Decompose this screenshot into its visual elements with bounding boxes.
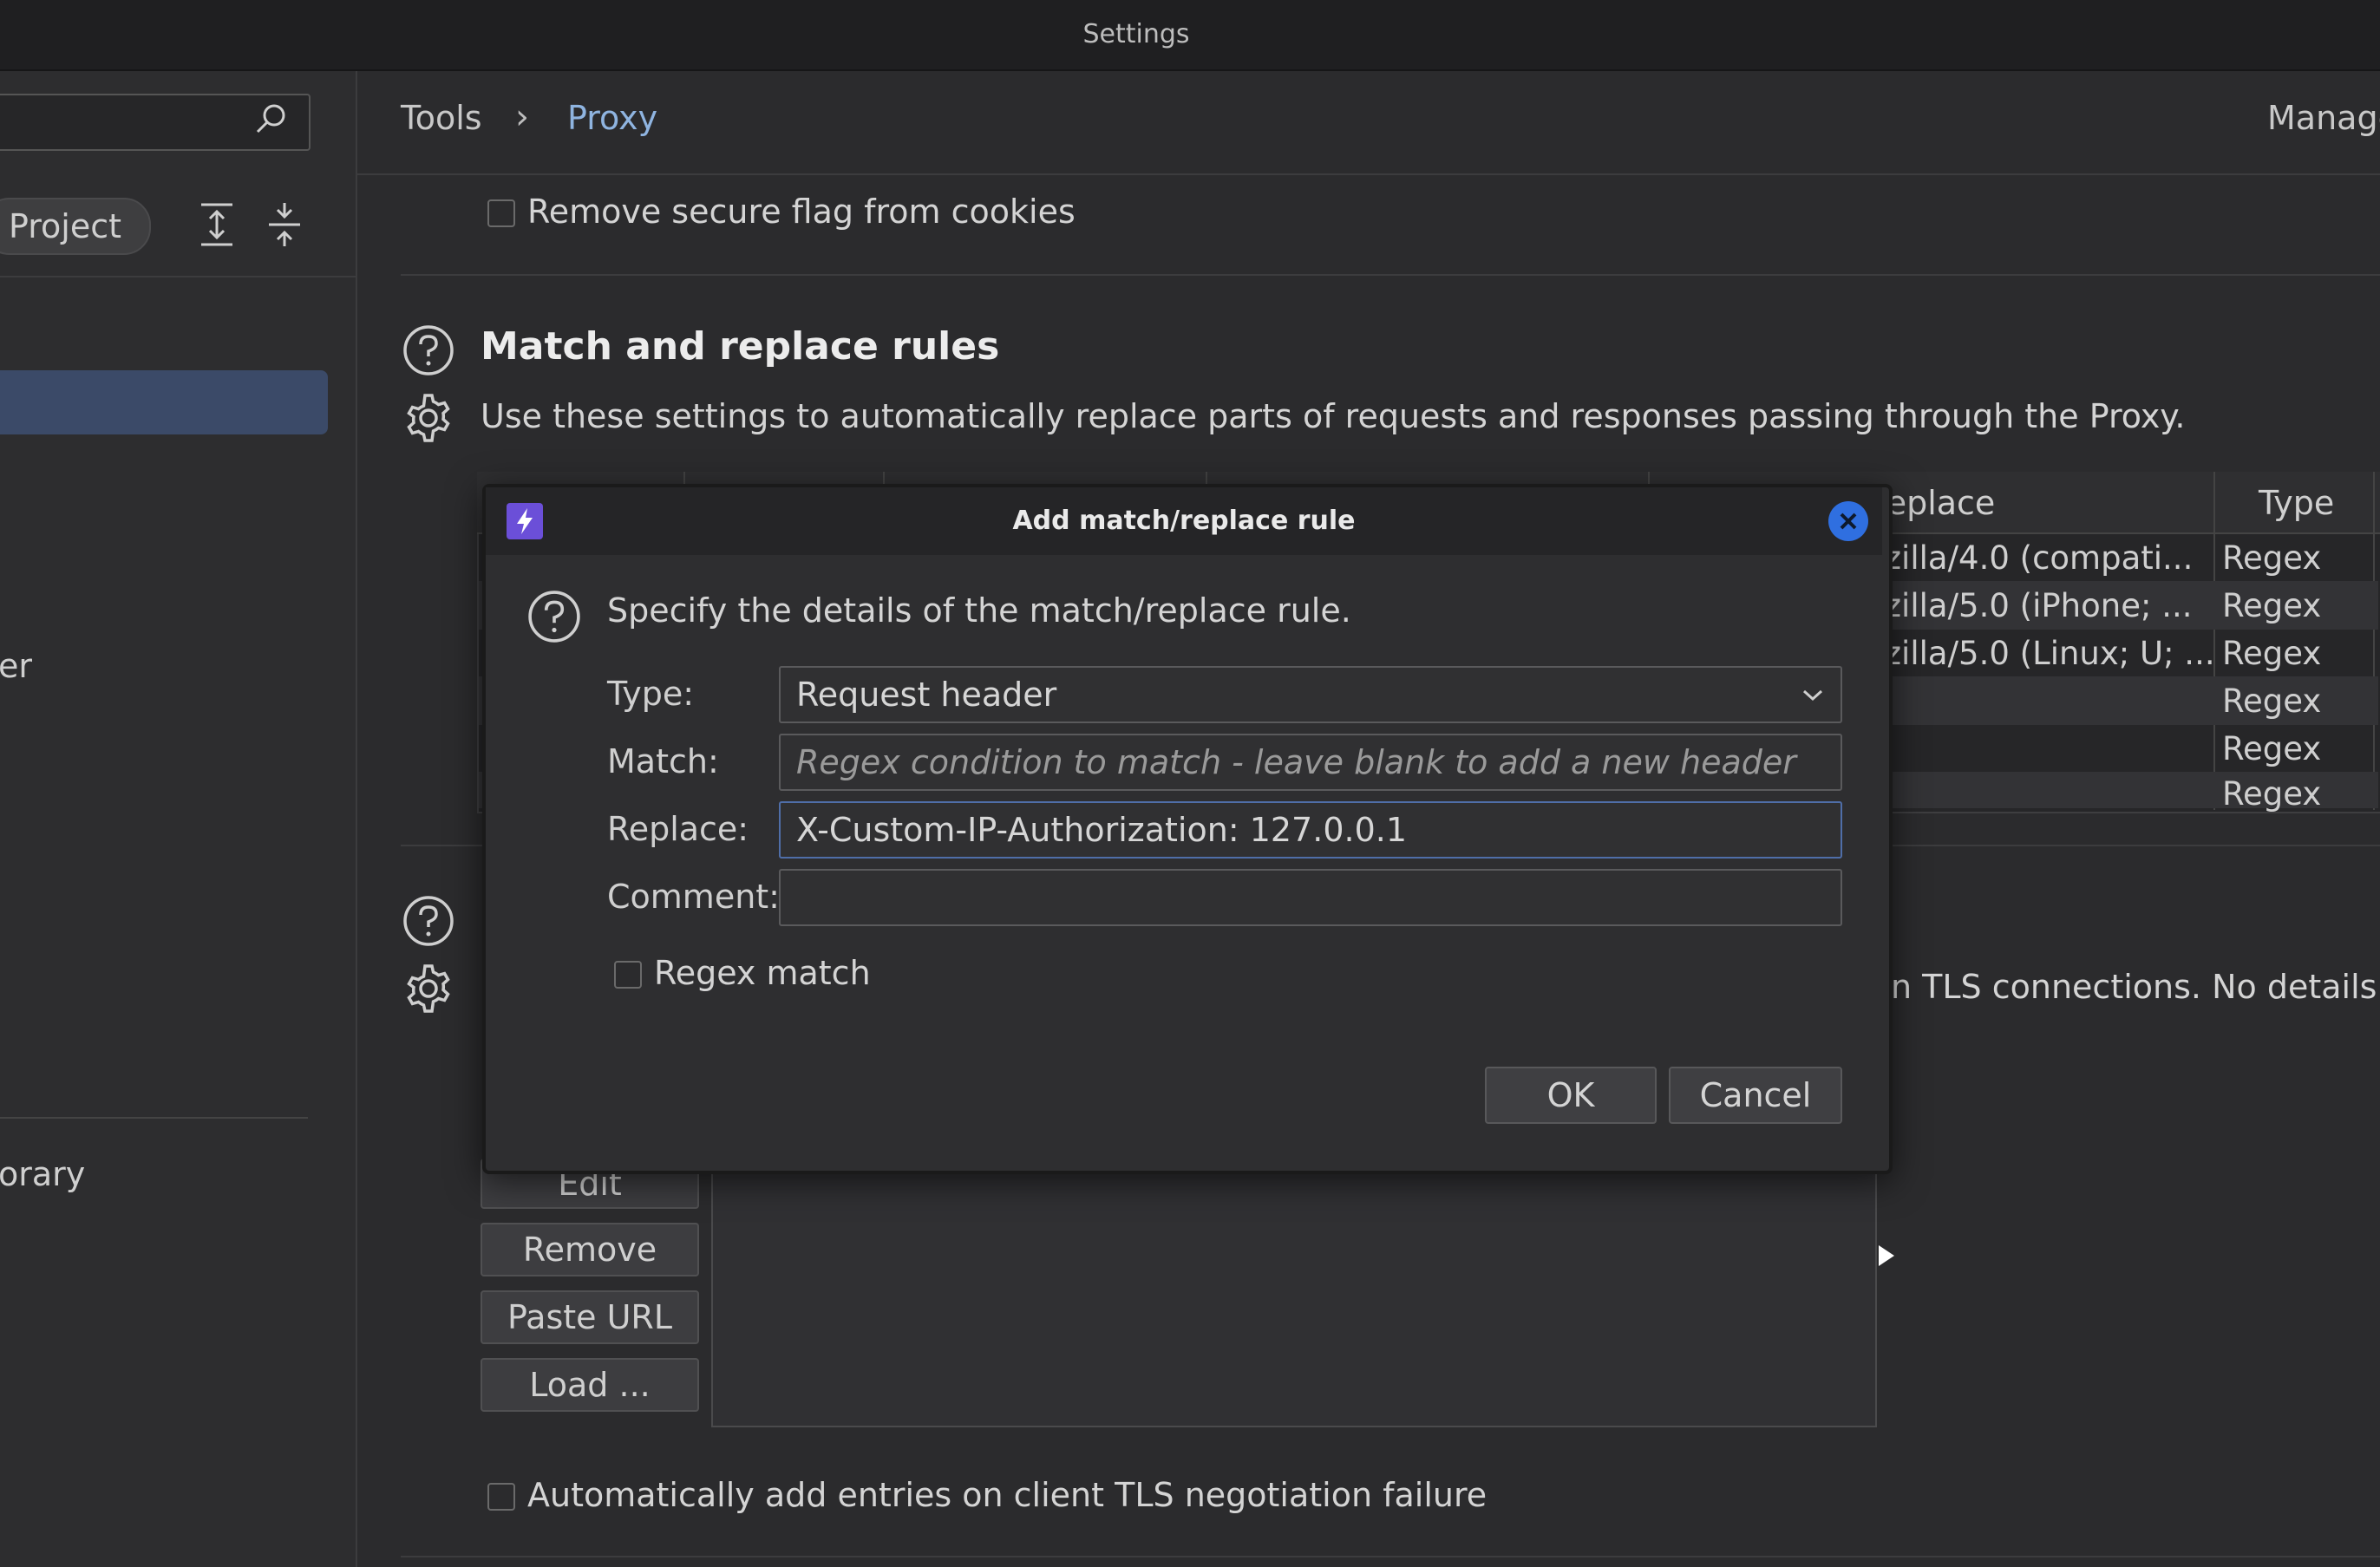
project-filter-pill[interactable]: Project [0, 198, 151, 255]
replace-label: Replace: [607, 810, 749, 848]
regex-match-label: Regex match [654, 954, 871, 992]
window-title: Settings [1082, 19, 1190, 49]
remove-button[interactable]: Remove [481, 1223, 699, 1276]
dialog-title: Add match/replace rule [1012, 506, 1356, 536]
close-icon[interactable] [1828, 501, 1868, 541]
sidebar [0, 71, 357, 1567]
type-select[interactable]: Request header [779, 666, 1842, 723]
dialog-intro: Specify the details of the match/replace… [607, 591, 1351, 630]
help-icon [528, 591, 580, 643]
sidebar-item-partial[interactable]: orary [0, 1155, 85, 1193]
collapse-all-icon[interactable] [264, 199, 305, 250]
window-titlebar: Settings [0, 0, 2380, 71]
cell-type: Regex [2222, 730, 2322, 767]
cell-type: Regex [2222, 587, 2322, 624]
cancel-button[interactable]: Cancel [1669, 1067, 1842, 1124]
expand-all-icon[interactable] [196, 199, 238, 250]
sidebar-divider [0, 276, 356, 277]
auto-add-tls-checkbox[interactable] [487, 1483, 515, 1511]
burp-logo-icon [507, 503, 543, 539]
section-title: Match and replace rules [481, 324, 1000, 369]
remove-secure-flag-label: Remove secure flag from cookies [527, 193, 1076, 231]
cell-type: Regex [2222, 775, 2322, 813]
dialog-titlebar: Add match/replace rule [486, 487, 1882, 555]
search-icon[interactable] [252, 101, 290, 139]
section-divider [401, 274, 2380, 276]
match-input[interactable]: Regex condition to match - leave blank t… [779, 734, 1842, 791]
project-pill-label: Project [9, 207, 122, 245]
replace-input-value: X-Custom-IP-Authorization: 127.0.0.1 [796, 811, 1408, 849]
cell-type: Regex [2222, 635, 2322, 672]
regex-match-checkbox[interactable] [614, 961, 642, 989]
breadcrumb-bar [357, 71, 2380, 175]
gear-icon[interactable] [402, 963, 454, 1015]
help-icon[interactable] [402, 895, 454, 947]
breadcrumb-proxy[interactable]: Proxy [567, 99, 657, 137]
comment-label: Comment: [607, 878, 780, 916]
comment-input[interactable] [779, 869, 1842, 926]
cell-type: Regex [2222, 539, 2322, 577]
manage-link[interactable]: Manage [2267, 99, 2380, 137]
chevron-down-icon [1802, 689, 1823, 702]
breadcrumb-separator: › [515, 97, 529, 137]
load-button[interactable]: Load ... [481, 1358, 699, 1412]
help-icon[interactable] [402, 324, 454, 376]
breadcrumb-tools[interactable]: Tools [401, 99, 482, 137]
sidebar-item-partial[interactable]: er [0, 647, 32, 685]
gear-icon[interactable] [402, 392, 454, 444]
cell-replace: ozilla/5.0 (iPhone; ... [1865, 587, 2193, 624]
type-select-value: Request header [796, 676, 1057, 714]
remove-secure-flag-checkbox[interactable] [487, 199, 515, 227]
tls-description-partial: n TLS connections. No details abo [1891, 968, 2380, 1006]
cell-type: Regex [2222, 682, 2322, 720]
ok-button[interactable]: OK [1485, 1067, 1657, 1124]
cursor-arrow-icon [1879, 1245, 1894, 1266]
match-input-placeholder: Regex condition to match - leave blank t… [796, 743, 1796, 781]
cell-replace: ozilla/4.0 (compati... [1865, 539, 2194, 577]
match-label: Match: [607, 742, 719, 780]
sidebar-divider [0, 1117, 308, 1119]
column-header-type[interactable]: Type [2259, 484, 2334, 522]
type-label: Type: [607, 675, 695, 713]
section-divider [401, 1556, 2380, 1557]
sidebar-item-selected[interactable] [0, 370, 328, 434]
cell-replace: ozilla/5.0 (Linux; U; ... [1865, 635, 2215, 672]
section-description: Use these settings to automatically repl… [481, 397, 2186, 435]
auto-add-tls-label: Automatically add entries on client TLS … [527, 1476, 1488, 1514]
paste-url-button[interactable]: Paste URL [481, 1290, 699, 1344]
replace-input[interactable]: X-Custom-IP-Authorization: 127.0.0.1 [779, 801, 1842, 859]
